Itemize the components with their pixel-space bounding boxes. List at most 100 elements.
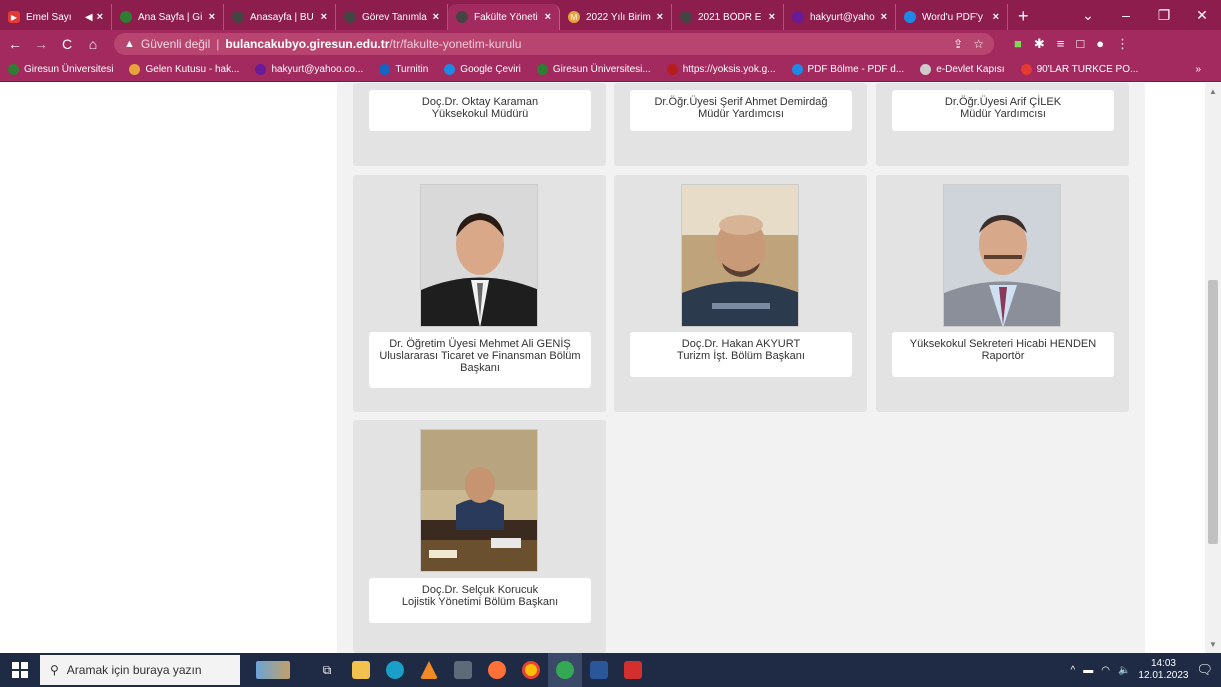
- restore-icon[interactable]: ❐: [1145, 7, 1183, 24]
- browser-tab[interactable]: Görev Tanımla ×: [336, 4, 448, 30]
- share-icon[interactable]: ⇪: [953, 37, 963, 51]
- scroll-down-icon[interactable]: ▼: [1209, 640, 1217, 649]
- tab-search-icon[interactable]: ⌄: [1069, 7, 1107, 24]
- address-bar[interactable]: ▲ Güvenli değil | bulancakubyo.giresun.e…: [114, 33, 994, 55]
- staff-title: Müdür Yardımcısı: [960, 108, 1046, 120]
- scroll-up-icon[interactable]: ▲: [1209, 87, 1217, 96]
- bookmark-item[interactable]: Google Çeviri: [436, 64, 529, 75]
- window-controls: ⌄ – ❐ ✕: [1069, 0, 1221, 30]
- globe-icon: [232, 11, 244, 23]
- staff-caption: Dr. Öğretim Üyesi Mehmet Ali GENİŞ Ulusl…: [369, 332, 591, 388]
- bookmark-item[interactable]: https://yoksis.yok.g...: [659, 64, 784, 75]
- vlc-icon[interactable]: [412, 653, 446, 687]
- bookmarks-overflow-button[interactable]: »: [1195, 64, 1221, 75]
- file-explorer-icon[interactable]: [344, 653, 378, 687]
- browser-tab[interactable]: M 2022 Yılı Birim ×: [560, 4, 672, 30]
- warning-icon[interactable]: ▲: [124, 38, 135, 50]
- close-window-icon[interactable]: ✕: [1183, 7, 1221, 24]
- bookmark-item[interactable]: Giresun Üniversitesi...: [529, 64, 659, 75]
- staff-title: Turizm İşt. Bölüm Başkanı: [677, 350, 805, 362]
- yahoo-mail-icon: [255, 64, 267, 75]
- browser-tab[interactable]: Word'u PDF'y ×: [896, 4, 1008, 30]
- new-tab-button[interactable]: +: [1008, 4, 1039, 30]
- acrobat-icon[interactable]: [616, 653, 650, 687]
- forward-icon[interactable]: →: [30, 36, 52, 52]
- minimize-icon[interactable]: –: [1107, 7, 1145, 23]
- clock-time: 14:03: [1150, 658, 1176, 669]
- bookmark-item[interactable]: Turnitin: [371, 64, 436, 75]
- browser-tab[interactable]: Anasayfa | BU ×: [224, 4, 336, 30]
- bookmark-item[interactable]: hakyurt@yahoo.co...: [247, 64, 371, 75]
- calculator-icon[interactable]: [446, 653, 480, 687]
- staff-title: Lojistik Yönetimi Bölüm Başkanı: [401, 596, 559, 608]
- home-icon[interactable]: ⌂: [82, 36, 104, 52]
- battery-icon[interactable]: ▬: [1083, 665, 1093, 676]
- tab-title: Emel Sayı: [26, 11, 72, 23]
- close-icon[interactable]: ×: [97, 11, 103, 23]
- browser-tab[interactable]: 2021 BÖDR E ×: [672, 4, 784, 30]
- scrollbar-thumb[interactable]: [1208, 280, 1218, 544]
- site-icon: [536, 64, 548, 75]
- menu-icon[interactable]: ⋮: [1116, 36, 1129, 52]
- close-icon[interactable]: ×: [321, 11, 327, 23]
- reading-list-icon[interactable]: ≡: [1057, 36, 1065, 52]
- browser-tab[interactable]: Ana Sayfa | Gi ×: [112, 4, 224, 30]
- extension-icon[interactable]: ■: [1014, 36, 1022, 52]
- volume-icon[interactable]: 🔈: [1118, 665, 1130, 676]
- close-icon[interactable]: ×: [433, 11, 439, 23]
- bookmark-item[interactable]: e-Devlet Kapısı: [912, 64, 1012, 75]
- search-highlight-icon[interactable]: [256, 653, 290, 687]
- edge-icon[interactable]: [378, 653, 412, 687]
- pdf-tool-icon: [791, 64, 803, 75]
- clock-date: 12.01.2023: [1138, 670, 1189, 681]
- bookmark-item[interactable]: Gelen Kutusu - hak...: [121, 64, 247, 75]
- pdf-tool-icon: [904, 11, 916, 23]
- notifications-icon[interactable]: 🗨: [1196, 662, 1213, 678]
- close-icon[interactable]: ×: [881, 11, 887, 23]
- profile-avatar-icon[interactable]: ●: [1096, 36, 1104, 52]
- close-icon[interactable]: ×: [209, 11, 215, 23]
- staff-name: Dr.Öğr.Üyesi Şerif Ahmet Demirdağ: [654, 96, 828, 108]
- security-label[interactable]: Güvenli değil: [141, 37, 210, 51]
- windows-start-button[interactable]: [0, 662, 40, 678]
- browser-tab[interactable]: hakyurt@yaho ×: [784, 4, 896, 30]
- side-panel-icon[interactable]: □: [1076, 36, 1084, 52]
- globe-icon: [680, 11, 692, 23]
- staff-name: Doç.Dr. Hakan AKYURT: [681, 338, 801, 350]
- page-scrollbar[interactable]: ▲ ▼: [1205, 83, 1221, 653]
- chevron-up-icon[interactable]: ^: [1071, 665, 1076, 676]
- staff-name: Doç.Dr. Selçuk Korucuk: [421, 584, 539, 596]
- bookmark-item[interactable]: PDF Bölme - PDF d...: [784, 64, 913, 75]
- bookmark-label: Giresun Üniversitesi: [24, 64, 114, 75]
- windows-logo-icon: [12, 662, 28, 678]
- staff-name: Yüksekokul Sekreteri Hicabi HENDEN: [909, 338, 1097, 350]
- clock[interactable]: 14:03 12.01.2023: [1138, 658, 1188, 682]
- puzzle-icon[interactable]: ✱: [1034, 36, 1045, 52]
- bookmark-label: Giresun Üniversitesi...: [552, 64, 651, 75]
- search-icon: ⚲: [50, 663, 59, 677]
- wifi-icon[interactable]: ◠: [1101, 665, 1110, 676]
- task-view-icon[interactable]: ⧉: [310, 653, 344, 687]
- taskbar-search-box[interactable]: ⚲ Aramak için buraya yazın: [40, 655, 240, 685]
- tab-title: 2021 BÖDR E: [698, 11, 762, 23]
- close-icon[interactable]: ×: [993, 11, 999, 23]
- back-icon[interactable]: ←: [4, 36, 26, 52]
- bookmark-item[interactable]: 90'LAR TURKCE PO...: [1013, 64, 1147, 75]
- chrome-profile-icon[interactable]: [548, 653, 582, 687]
- close-icon[interactable]: ×: [657, 11, 663, 23]
- reload-icon[interactable]: C: [56, 36, 78, 52]
- audio-icon[interactable]: ◀: [85, 12, 93, 23]
- firefox-icon[interactable]: [480, 653, 514, 687]
- chrome-icon[interactable]: [514, 653, 548, 687]
- bookmark-item[interactable]: Giresun Üniversitesi: [0, 64, 121, 75]
- close-icon[interactable]: ×: [545, 11, 551, 23]
- windows-taskbar: ⚲ Aramak için buraya yazın ⧉ ^ ▬ ◠ 🔈 14:…: [0, 653, 1221, 687]
- close-icon[interactable]: ×: [769, 11, 775, 23]
- staff-name: Dr.Öğr.Üyesi Arif ÇİLEK: [944, 96, 1062, 108]
- word-icon[interactable]: [582, 653, 616, 687]
- youtube-icon: [1020, 64, 1032, 75]
- browser-tab[interactable]: ▶ Emel Sayı ◀ ×: [0, 4, 112, 30]
- staff-card: Doç.Dr. Selçuk Korucuk Lojistik Yönetimi…: [353, 420, 606, 653]
- bookmark-star-icon[interactable]: ☆: [973, 37, 984, 51]
- browser-tab-active[interactable]: Fakülte Yöneti ×: [448, 4, 560, 30]
